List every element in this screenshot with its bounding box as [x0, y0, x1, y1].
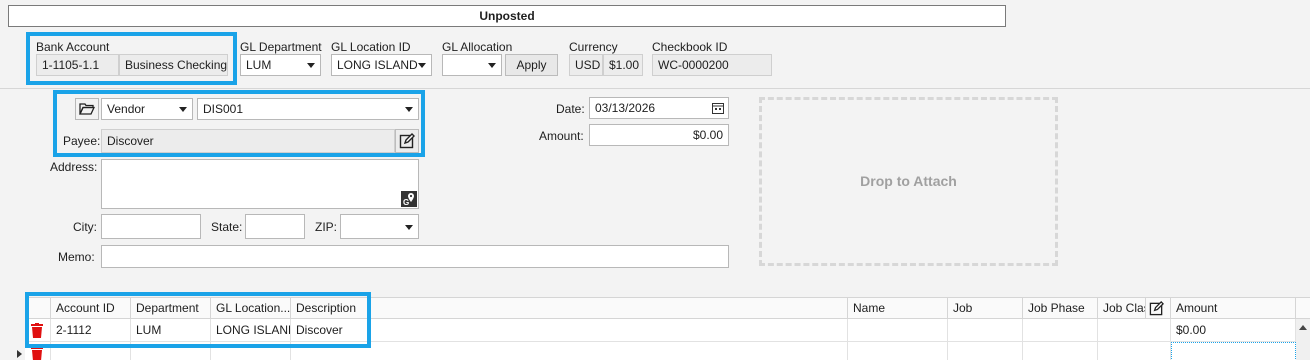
gl-department-value: LUM [246, 58, 272, 72]
payee-type-select[interactable]: Vendor [101, 98, 193, 120]
delete-new-row-button[interactable] [25, 342, 51, 360]
address-label: Address: [50, 160, 98, 174]
gl-location-select[interactable]: LONG ISLAND [331, 54, 432, 76]
section-divider [0, 88, 1310, 89]
memo-label: Memo: [58, 250, 95, 264]
chevron-down-icon [307, 63, 315, 68]
scroll-up-icon[interactable] [1299, 325, 1307, 330]
chevron-down-icon [488, 63, 496, 68]
trash-icon [31, 346, 43, 360]
grid-header: Account ID Department GL Location... Des… [25, 297, 1310, 319]
cell-description[interactable]: Discover [291, 319, 848, 342]
bank-account-select[interactable]: 1-1105-1.1 [36, 54, 119, 76]
grid-corner [25, 298, 51, 319]
new-cell-description[interactable] [291, 342, 848, 360]
state-label: State: [211, 220, 243, 234]
apply-button[interactable]: Apply [505, 54, 558, 76]
date-field[interactable]: 03/13/2026 [589, 97, 729, 119]
col-job-phase[interactable]: Job Phase [1023, 298, 1098, 319]
gl-department-select[interactable]: LUM [240, 54, 321, 76]
browse-button[interactable] [75, 98, 99, 120]
grid-scrollbar[interactable] [1296, 319, 1310, 360]
currency-rate: $1.00 [603, 54, 643, 76]
cell-amount[interactable]: $0.00 [1171, 319, 1296, 342]
trash-icon [31, 323, 43, 338]
new-cell-account-id[interactable] [51, 342, 131, 360]
new-cell-amount[interactable] [1171, 342, 1296, 360]
chevron-down-icon [405, 107, 413, 112]
currency-label: Currency [569, 40, 618, 54]
chevron-down-icon [405, 225, 413, 230]
new-cell-job-phase[interactable] [1023, 342, 1098, 360]
amount-label: Amount: [539, 129, 584, 143]
city-field[interactable] [101, 214, 201, 239]
amount-field[interactable]: $0.00 [589, 124, 729, 146]
zip-select[interactable] [340, 214, 419, 239]
cell-department[interactable]: LUM [131, 319, 211, 342]
bank-account-label: Bank Account [36, 40, 110, 54]
date-label: Date: [556, 102, 585, 116]
cell-job[interactable] [948, 319, 1023, 342]
col-department[interactable]: Department [131, 298, 211, 319]
gl-location-value: LONG ISLAND [337, 58, 418, 72]
new-row-pointer-icon [17, 350, 22, 358]
edit-icon [1149, 301, 1164, 316]
vendor-select[interactable]: DIS001 [197, 98, 419, 120]
grid-edit-button[interactable] [1146, 298, 1171, 319]
new-cell-job[interactable] [948, 342, 1023, 360]
status-banner: Unposted [8, 5, 1006, 27]
col-job-class[interactable]: Job Clas [1098, 298, 1146, 319]
zip-label: ZIP: [315, 220, 338, 234]
col-amount[interactable]: Amount [1171, 298, 1296, 319]
calendar-icon[interactable] [712, 102, 724, 114]
edit-icon [399, 133, 415, 149]
city-label: City: [73, 220, 97, 234]
cell-name[interactable] [848, 319, 948, 342]
date-value: 03/13/2026 [595, 101, 656, 115]
edit-payee-button[interactable] [395, 129, 419, 153]
map-pin-icon: G [401, 191, 417, 207]
col-account-id[interactable]: Account ID [51, 298, 131, 319]
col-name[interactable]: Name [848, 298, 948, 319]
payee-type-value: Vendor [107, 102, 146, 116]
address-lookup-button[interactable]: G [401, 191, 417, 207]
row-indicator [14, 320, 25, 343]
checkbook-id-field: WC-0000200 [652, 54, 772, 76]
gl-allocation-label: GL Allocation [442, 40, 513, 54]
cell-job-class[interactable] [1098, 319, 1171, 342]
cell-job-phase[interactable] [1023, 319, 1098, 342]
gl-department-label: GL Department [240, 40, 322, 54]
new-cell-department[interactable] [131, 342, 211, 360]
delete-row-button[interactable] [25, 319, 51, 342]
payee-label: Payee: [63, 134, 101, 148]
chevron-down-icon [418, 63, 426, 68]
bank-account-name: Business Checking [119, 54, 228, 76]
svg-text:G: G [403, 198, 409, 207]
gl-location-label: GL Location ID [331, 40, 411, 54]
new-cell-name[interactable] [848, 342, 948, 360]
col-description[interactable]: Description [291, 298, 848, 319]
folder-open-icon [78, 103, 96, 115]
new-cell-gl-location[interactable] [211, 342, 291, 360]
gl-allocation-select[interactable] [442, 54, 502, 76]
state-field[interactable] [245, 214, 305, 239]
address-field[interactable] [101, 159, 419, 209]
col-job[interactable]: Job [948, 298, 1023, 319]
memo-field[interactable] [101, 245, 729, 268]
currency-code: USD [569, 54, 603, 76]
cell-gl-location[interactable]: LONG ISLAND [211, 319, 291, 342]
vendor-id-value: DIS001 [203, 102, 244, 116]
col-gl-location[interactable]: GL Location... [211, 298, 291, 319]
cell-account-id[interactable]: 2-1112 [51, 319, 131, 342]
checkbook-label: Checkbook ID [652, 40, 728, 54]
payee-field[interactable]: Discover [101, 129, 395, 153]
new-cell-job-class[interactable] [1098, 342, 1171, 360]
drop-to-attach-zone[interactable]: Drop to Attach [759, 97, 1058, 266]
chevron-down-icon [179, 107, 187, 112]
